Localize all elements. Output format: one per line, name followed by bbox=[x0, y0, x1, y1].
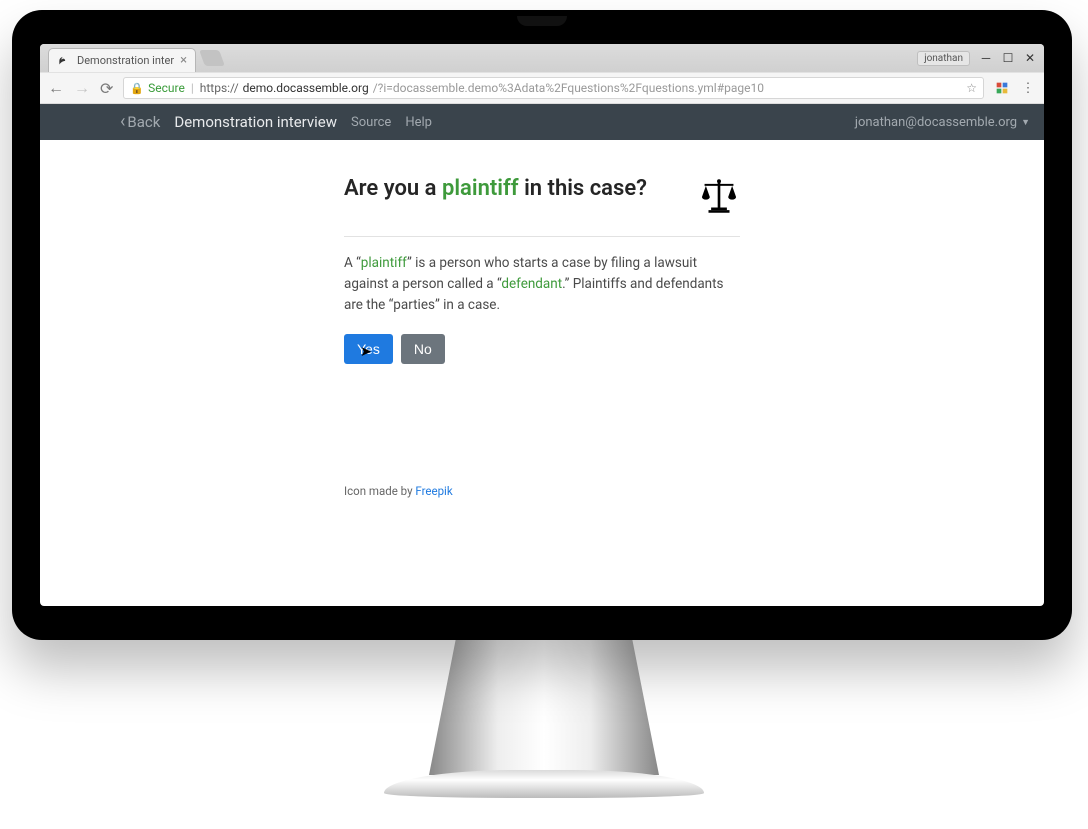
caret-down-icon: ▼ bbox=[1021, 117, 1030, 128]
desc-term-plaintiff[interactable]: plaintiff bbox=[361, 255, 407, 271]
desc-term-defendant[interactable]: defendant bbox=[501, 276, 562, 292]
footer-link[interactable]: Freepik bbox=[415, 484, 452, 498]
answer-buttons: Yes No bbox=[344, 334, 740, 364]
menu-dots-icon[interactable]: ⋮ bbox=[1020, 80, 1036, 96]
new-tab-button[interactable] bbox=[199, 50, 225, 66]
webcam-notch bbox=[517, 16, 567, 26]
tab-favicon-icon bbox=[57, 54, 71, 68]
no-button[interactable]: No bbox=[401, 334, 445, 364]
nav-source[interactable]: Source bbox=[351, 115, 391, 130]
url-path: /?i=docassemble.demo%3Adata%2Fquestions%… bbox=[373, 81, 764, 95]
secure-label: Secure bbox=[148, 81, 185, 95]
browser-tabbar: Demonstration inter × jonathan ─ ☐ ✕ bbox=[40, 44, 1044, 72]
monitor-frame: Demonstration inter × jonathan ─ ☐ ✕ ← →… bbox=[12, 10, 1072, 640]
minimize-icon[interactable]: ─ bbox=[980, 52, 992, 64]
user-menu[interactable]: jonathan@docassemble.org ▼ bbox=[855, 115, 1030, 130]
title-prefix: Are you a bbox=[344, 176, 442, 201]
bookmark-star-icon[interactable]: ☆ bbox=[966, 81, 977, 95]
address-bar[interactable]: 🔒 Secure | https:// demo.docassemble.org /… bbox=[123, 77, 984, 99]
scales-icon bbox=[698, 176, 740, 218]
title-term[interactable]: plaintiff bbox=[442, 176, 519, 201]
nav-help[interactable]: Help bbox=[405, 115, 432, 130]
nav-forward-icon[interactable]: → bbox=[74, 78, 90, 98]
extension-icon[interactable] bbox=[994, 80, 1010, 96]
divider bbox=[344, 236, 740, 237]
user-email: jonathan@docassemble.org bbox=[855, 115, 1017, 130]
back-button[interactable]: ‹ Back bbox=[120, 113, 160, 131]
monitor-stand bbox=[429, 635, 659, 775]
yes-button[interactable]: Yes bbox=[344, 334, 393, 364]
question-description: A “plaintiff” is a person who starts a c… bbox=[344, 253, 740, 316]
tab-title: Demonstration inter bbox=[77, 54, 174, 67]
back-label: Back bbox=[127, 113, 160, 131]
app-navbar: ‹ Back Demonstration interview Source He… bbox=[40, 104, 1044, 140]
question-panel: Are you a plaintiff in this case? bbox=[344, 176, 740, 498]
reload-icon[interactable]: ⟳ bbox=[100, 79, 113, 98]
profile-badge[interactable]: jonathan bbox=[917, 51, 970, 66]
title-suffix: in this case? bbox=[519, 176, 647, 201]
lock-icon: 🔒 bbox=[130, 82, 144, 95]
browser-tab[interactable]: Demonstration inter × bbox=[48, 48, 196, 72]
url-scheme: https:// bbox=[200, 81, 239, 95]
footer-prefix: Icon made by bbox=[344, 484, 415, 498]
attribution-footer: Icon made by Freepik bbox=[344, 484, 740, 498]
url-host: demo.docassemble.org bbox=[243, 81, 369, 95]
page-body: Are you a plaintiff in this case? bbox=[40, 140, 1044, 498]
window-controls: jonathan ─ ☐ ✕ bbox=[917, 44, 1044, 72]
maximize-icon[interactable]: ☐ bbox=[1002, 52, 1014, 64]
screen: Demonstration inter × jonathan ─ ☐ ✕ ← →… bbox=[40, 44, 1044, 606]
browser-toolbar: ← → ⟳ 🔒 Secure | https:// demo.docassembl… bbox=[40, 72, 1044, 104]
nav-back-icon[interactable]: ← bbox=[48, 78, 64, 98]
tab-close-icon[interactable]: × bbox=[180, 54, 187, 67]
close-window-icon[interactable]: ✕ bbox=[1024, 52, 1036, 64]
app-brand: Demonstration interview bbox=[174, 113, 337, 131]
question-title: Are you a plaintiff in this case? bbox=[344, 176, 678, 201]
separator: | bbox=[191, 81, 194, 95]
desc-part: A “ bbox=[344, 255, 361, 271]
chevron-left-icon: ‹ bbox=[120, 113, 125, 131]
